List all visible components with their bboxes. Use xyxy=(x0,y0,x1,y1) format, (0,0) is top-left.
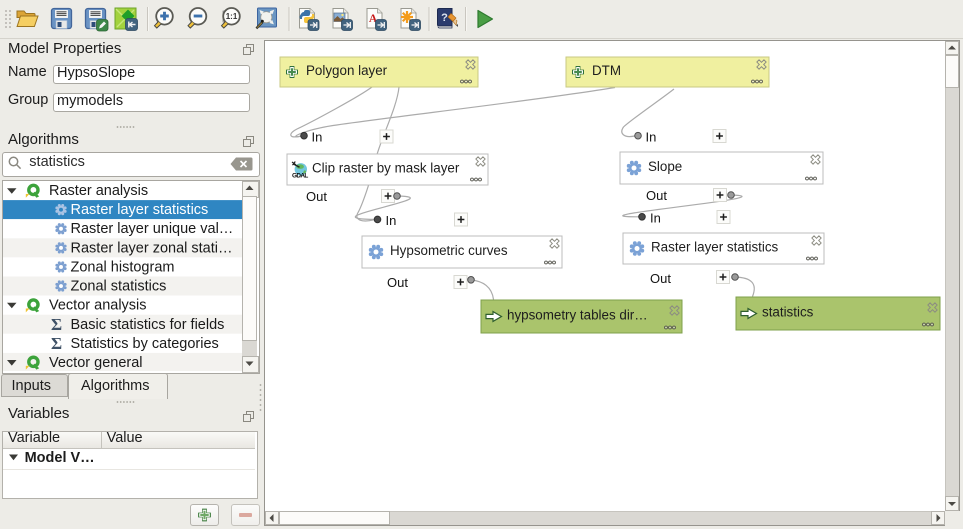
svg-text:GDAL: GDAL xyxy=(292,173,308,180)
svg-text:In: In xyxy=(650,210,661,225)
svg-text:Raster layer statistics: Raster layer statistics xyxy=(651,240,779,255)
svg-text:Zonal histogram: Zonal histogram xyxy=(71,260,175,276)
svg-text:In: In xyxy=(646,129,657,144)
svg-text:?: ? xyxy=(441,12,448,24)
svg-text:Hypsometric curves: Hypsometric curves xyxy=(390,243,508,258)
svg-text:Σ: Σ xyxy=(51,334,62,353)
svg-text:Out: Out xyxy=(646,188,667,203)
svg-text:Basic statistics for fields: Basic statistics for fields xyxy=(71,317,225,333)
svg-text:Polygon layer: Polygon layer xyxy=(306,63,388,78)
svg-text:Slope: Slope xyxy=(648,159,682,174)
svg-text:Vector analysis: Vector analysis xyxy=(49,298,147,314)
svg-text:In: In xyxy=(386,213,397,228)
svg-text:Raster analysis: Raster analysis xyxy=(49,183,148,199)
svg-text:Raster layer zonal stati…: Raster layer zonal stati… xyxy=(71,240,233,256)
svg-text:hypsometry tables dir…: hypsometry tables dir… xyxy=(507,308,648,323)
svg-text:Σ: Σ xyxy=(51,315,62,334)
svg-text:1:1: 1:1 xyxy=(226,12,238,21)
svg-text:Clip raster by mask layer: Clip raster by mask layer xyxy=(312,161,460,176)
svg-text:Zonal statistics: Zonal statistics xyxy=(71,279,167,295)
svg-text:Statistics by categories: Statistics by categories xyxy=(71,336,219,352)
svg-text:In: In xyxy=(312,129,323,144)
svg-text:Raster layer statistics: Raster layer statistics xyxy=(71,202,209,218)
svg-text:statistics: statistics xyxy=(762,305,814,320)
svg-text:Out: Out xyxy=(650,271,671,286)
svg-text:Raster layer unique val…: Raster layer unique val… xyxy=(71,221,234,237)
svg-text:Out: Out xyxy=(306,189,327,204)
svg-text:Vector general: Vector general xyxy=(49,355,143,371)
svg-text:Out: Out xyxy=(387,275,408,290)
svg-text:DTM: DTM xyxy=(592,63,621,78)
